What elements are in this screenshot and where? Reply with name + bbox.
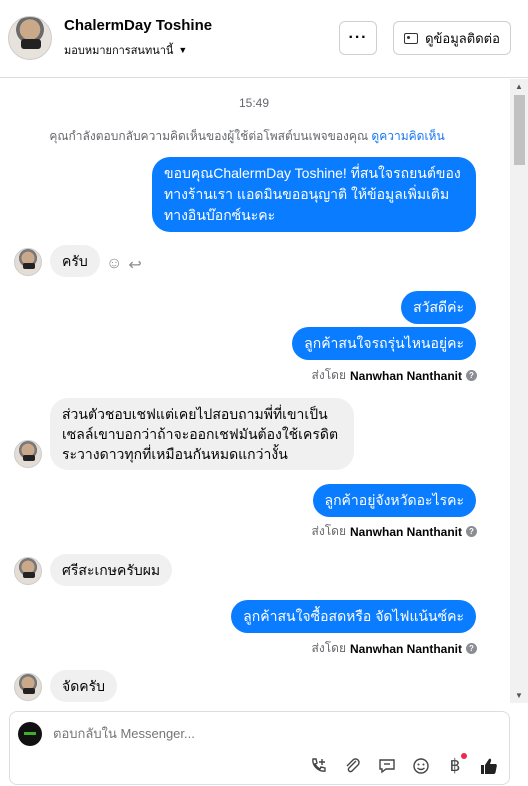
- scroll-down-icon[interactable]: ▼: [515, 691, 523, 700]
- comment-reply-notice: คุณกำลังตอบกลับความคิดเห็นของผู้ใช้ต่อโพ…: [0, 127, 494, 146]
- view-contact-label: ดูข้อมูลติดต่อ: [425, 30, 500, 46]
- phone-add-icon[interactable]: [309, 756, 329, 776]
- sender-name: Nanwhan Nanthanit: [349, 641, 462, 656]
- emoji-picker-icon[interactable]: [411, 756, 431, 776]
- contact-card-icon: [404, 32, 419, 44]
- reply-composer: ฿: [9, 711, 510, 785]
- sent-by-prefix: ส่งโดย: [311, 368, 346, 382]
- assign-label: มอบหมายการสนทนานี้: [64, 45, 174, 57]
- outgoing-message[interactable]: ลูกค้าสนใจซื้อสดหรือ จัดไฟแน้นซ์คะ: [231, 600, 476, 633]
- payment-icon[interactable]: ฿: [445, 753, 467, 776]
- message-actions: ☺ ↩: [106, 255, 142, 275]
- help-icon[interactable]: ?: [466, 526, 477, 537]
- conversation-header: ChalermDay Toshine มอบหมายการสนทนานี้ ▼ …: [0, 0, 528, 78]
- sent-by-prefix: ส่งโดย: [311, 641, 346, 655]
- chevron-down-icon: ▼: [178, 45, 188, 55]
- timestamp: 15:49: [238, 96, 270, 110]
- sender-name: Nanwhan Nanthanit: [349, 368, 462, 383]
- outgoing-message[interactable]: สวัสดีค่ะ: [401, 291, 476, 324]
- sender-name: Nanwhan Nanthanit: [349, 524, 462, 539]
- reply-icon[interactable]: ↩: [128, 255, 141, 275]
- avatar[interactable]: [14, 248, 42, 276]
- saved-reply-icon[interactable]: [377, 756, 397, 776]
- notice-text: คุณกำลังตอบกลับความคิดเห็นของผู้ใช้ต่อโพ…: [49, 129, 372, 143]
- avatar[interactable]: [14, 557, 42, 585]
- outgoing-message[interactable]: ลูกค้าสนใจรถรุ่นไหนอยู่คะ: [292, 327, 476, 360]
- reply-input[interactable]: [53, 726, 473, 741]
- attachment-icon[interactable]: [343, 756, 363, 776]
- incoming-message[interactable]: ส่วนตัวชอบเชฟแต่เคยไปสอบถามพี่ที่เขาเป็น…: [50, 398, 354, 470]
- composer-toolbar: ฿: [309, 753, 499, 776]
- notification-dot: [461, 753, 467, 759]
- scroll-thumb[interactable]: [514, 95, 525, 165]
- help-icon[interactable]: ?: [466, 643, 477, 654]
- view-contact-button[interactable]: ดูข้อมูลติดต่อ: [393, 21, 511, 55]
- sent-by-prefix: ส่งโดย: [311, 524, 346, 538]
- outgoing-message[interactable]: ลูกค้าอยู่จังหวัดอะไรคะ: [312, 484, 476, 517]
- emoji-icon[interactable]: ☺: [106, 255, 122, 275]
- page-logo: [18, 722, 42, 746]
- sent-by-label: ส่งโดย Nanwhan Nanthanit ?: [312, 522, 477, 541]
- sent-by-label: ส่งโดย Nanwhan Nanthanit ?: [312, 366, 477, 385]
- view-comment-link[interactable]: ดูความคิดเห็น: [371, 129, 444, 143]
- incoming-message[interactable]: ครับ: [50, 245, 100, 277]
- sent-by-label: ส่งโดย Nanwhan Nanthanit ?: [312, 639, 477, 658]
- scroll-up-icon[interactable]: ▲: [515, 82, 523, 91]
- contact-name[interactable]: ChalermDay Toshine: [64, 17, 212, 34]
- avatar[interactable]: [8, 16, 52, 60]
- avatar[interactable]: [14, 673, 42, 701]
- help-icon[interactable]: ?: [466, 370, 477, 381]
- incoming-message[interactable]: ศรีสะเกษครับผม: [50, 554, 173, 586]
- message-thread: 15:49 คุณกำลังตอบกลับความคิดเห็นของผู้ใช…: [0, 79, 528, 703]
- scrollbar[interactable]: ▲ ▼: [510, 79, 528, 703]
- assign-conversation-dropdown[interactable]: มอบหมายการสนทนานี้ ▼: [64, 41, 187, 59]
- outgoing-message[interactable]: ขอบคุณChalermDay Toshine! ที่สนใจรถยนต์ข…: [152, 157, 476, 232]
- incoming-message[interactable]: จัดครับ: [50, 670, 118, 702]
- more-options-button[interactable]: ···: [339, 21, 377, 55]
- avatar[interactable]: [14, 440, 42, 468]
- like-icon[interactable]: [479, 756, 499, 776]
